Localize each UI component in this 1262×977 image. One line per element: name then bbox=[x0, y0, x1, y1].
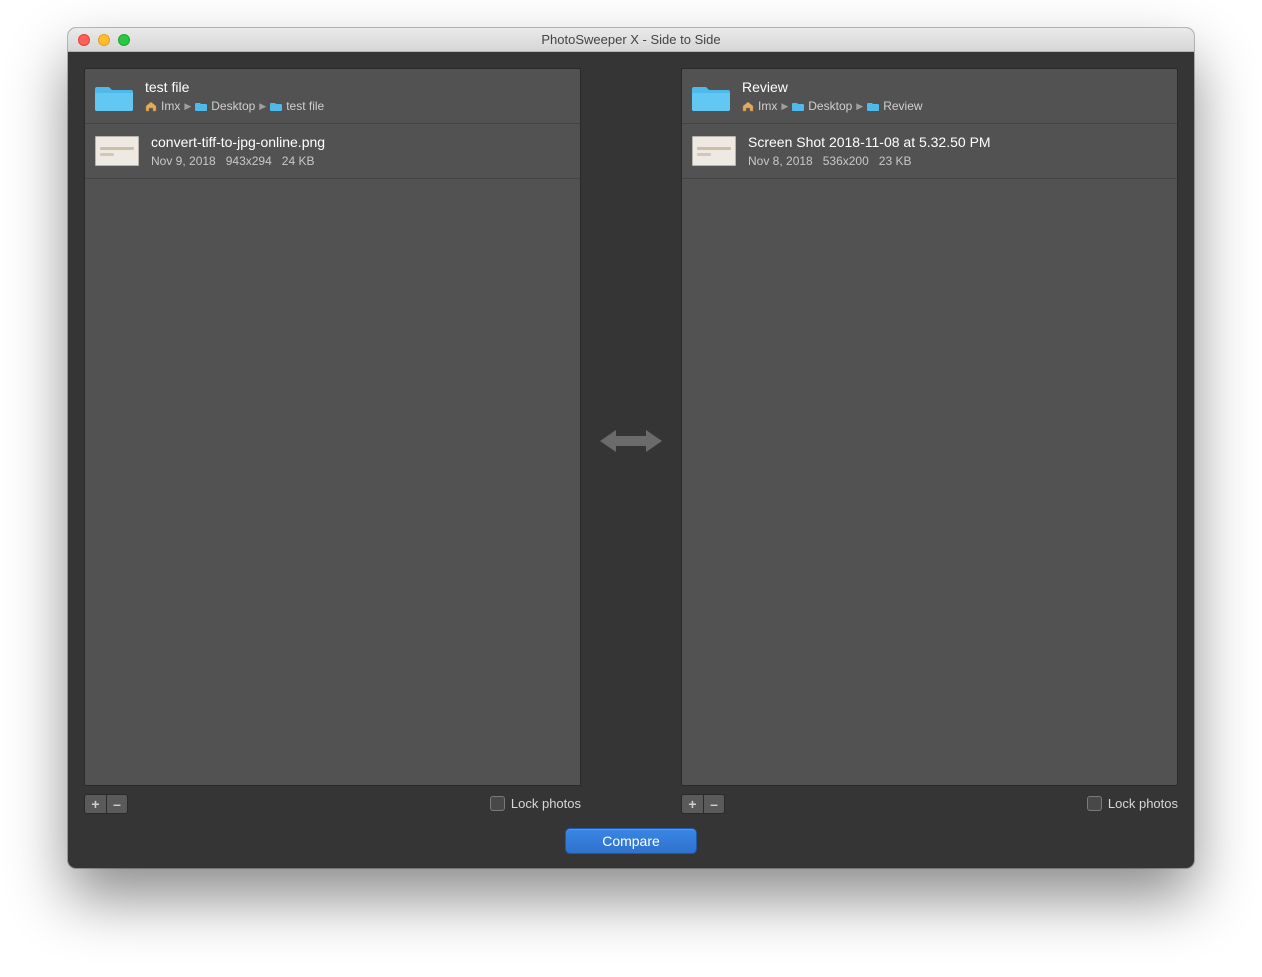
folder-icon bbox=[867, 102, 879, 111]
file-row[interactable]: Screen Shot 2018-11-08 at 5.32.50 PM Nov… bbox=[682, 124, 1177, 179]
window-title: PhotoSweeper X - Side to Side bbox=[68, 32, 1194, 47]
file-info: Screen Shot 2018-11-08 at 5.32.50 PM Nov… bbox=[748, 134, 991, 168]
lock-photos-label: Lock photos bbox=[511, 796, 581, 811]
folder-icon bbox=[270, 102, 282, 111]
breadcrumb: Imx ▶ Desktop ▶ test file bbox=[145, 99, 324, 113]
folder-icon bbox=[692, 81, 730, 111]
breadcrumb-segment: Review bbox=[883, 99, 922, 113]
checkbox-box[interactable] bbox=[490, 796, 505, 811]
add-button[interactable]: + bbox=[681, 794, 703, 814]
chevron-right-icon: ▶ bbox=[259, 101, 266, 112]
breadcrumb-segment: Desktop bbox=[211, 99, 255, 113]
file-date: Nov 8, 2018 bbox=[748, 154, 813, 168]
traffic-lights bbox=[78, 34, 130, 46]
remove-button[interactable]: – bbox=[703, 794, 725, 814]
home-icon bbox=[742, 101, 754, 112]
left-pane: test file Imx ▶ Desktop ▶ test file bbox=[84, 68, 581, 814]
file-name: Screen Shot 2018-11-08 at 5.32.50 PM bbox=[748, 134, 991, 150]
lock-photos-checkbox[interactable]: Lock photos bbox=[490, 796, 581, 811]
folder-row[interactable]: test file Imx ▶ Desktop ▶ test file bbox=[85, 69, 580, 124]
folder-row[interactable]: Review Imx ▶ Desktop ▶ Review bbox=[682, 69, 1177, 124]
left-pane-footer: + – Lock photos bbox=[84, 786, 581, 814]
window-zoom-button[interactable] bbox=[118, 34, 130, 46]
app-window: PhotoSweeper X - Side to Side test file bbox=[68, 28, 1194, 868]
breadcrumb: Imx ▶ Desktop ▶ Review bbox=[742, 99, 923, 113]
file-thumbnail bbox=[95, 136, 139, 166]
breadcrumb-segment: Imx bbox=[758, 99, 777, 113]
titlebar[interactable]: PhotoSweeper X - Side to Side bbox=[68, 28, 1194, 52]
chevron-right-icon: ▶ bbox=[856, 101, 863, 112]
file-date: Nov 9, 2018 bbox=[151, 154, 216, 168]
middle-gap bbox=[581, 68, 681, 814]
file-size: 24 KB bbox=[282, 154, 315, 168]
breadcrumb-segment: test file bbox=[286, 99, 324, 113]
remove-button[interactable]: – bbox=[106, 794, 128, 814]
breadcrumb-segment: Imx bbox=[161, 99, 180, 113]
swap-arrow-icon bbox=[600, 428, 662, 454]
left-panel[interactable]: test file Imx ▶ Desktop ▶ test file bbox=[84, 68, 581, 786]
file-name: convert-tiff-to-jpg-online.png bbox=[151, 134, 325, 150]
file-size: 23 KB bbox=[879, 154, 912, 168]
lock-photos-checkbox[interactable]: Lock photos bbox=[1087, 796, 1178, 811]
folder-info: test file Imx ▶ Desktop ▶ test file bbox=[145, 79, 324, 113]
folder-name: test file bbox=[145, 79, 324, 95]
folder-icon bbox=[792, 102, 804, 111]
file-info: convert-tiff-to-jpg-online.png Nov 9, 20… bbox=[151, 134, 325, 168]
right-pane-footer: + – Lock photos bbox=[681, 786, 1178, 814]
file-thumbnail bbox=[692, 136, 736, 166]
file-dimensions: 943x294 bbox=[226, 154, 272, 168]
checkbox-box[interactable] bbox=[1087, 796, 1102, 811]
file-row[interactable]: convert-tiff-to-jpg-online.png Nov 9, 20… bbox=[85, 124, 580, 179]
window-body: test file Imx ▶ Desktop ▶ test file bbox=[68, 52, 1194, 868]
chevron-right-icon: ▶ bbox=[781, 101, 788, 112]
home-icon bbox=[145, 101, 157, 112]
file-meta: Nov 8, 2018 536x200 23 KB bbox=[748, 154, 991, 168]
compare-button[interactable]: Compare bbox=[565, 828, 697, 854]
file-meta: Nov 9, 2018 943x294 24 KB bbox=[151, 154, 325, 168]
footer-bar: Compare bbox=[84, 828, 1178, 858]
file-dimensions: 536x200 bbox=[823, 154, 869, 168]
window-close-button[interactable] bbox=[78, 34, 90, 46]
breadcrumb-segment: Desktop bbox=[808, 99, 852, 113]
chevron-right-icon: ▶ bbox=[184, 101, 191, 112]
folder-name: Review bbox=[742, 79, 923, 95]
folder-icon bbox=[195, 102, 207, 111]
right-panel[interactable]: Review Imx ▶ Desktop ▶ Review bbox=[681, 68, 1178, 786]
folder-icon bbox=[95, 81, 133, 111]
lock-photos-label: Lock photos bbox=[1108, 796, 1178, 811]
window-minimize-button[interactable] bbox=[98, 34, 110, 46]
add-button[interactable]: + bbox=[84, 794, 106, 814]
folder-info: Review Imx ▶ Desktop ▶ Review bbox=[742, 79, 923, 113]
side-by-side-container: test file Imx ▶ Desktop ▶ test file bbox=[84, 68, 1178, 814]
right-pane: Review Imx ▶ Desktop ▶ Review bbox=[681, 68, 1178, 814]
